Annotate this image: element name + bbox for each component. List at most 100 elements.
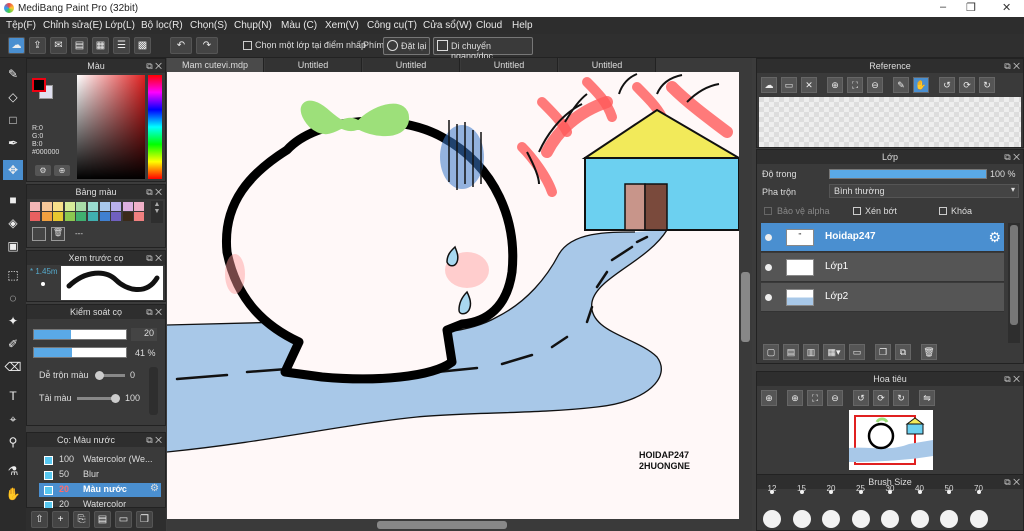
brush-copy-icon[interactable]: ⎘ <box>73 511 90 528</box>
palette-swatch[interactable] <box>111 212 122 221</box>
brush-tool-icon[interactable]: ✎ <box>3 64 23 84</box>
select-eraser-tool-icon[interactable]: ⌫ <box>3 357 23 377</box>
menu-cloud[interactable]: Cloud <box>476 20 502 31</box>
vertical-scrollbar[interactable] <box>739 72 752 519</box>
close-icon[interactable]: ⧉ ✕ <box>1004 59 1020 73</box>
grid-icon[interactable]: ▩ <box>134 37 151 54</box>
menu-select[interactable]: Chọn(S) <box>190 20 227 31</box>
palette-swatch[interactable] <box>41 202 52 211</box>
ref-hand-icon[interactable]: ✋ <box>913 77 929 93</box>
brush-add-icon[interactable]: ⇧ <box>31 511 48 528</box>
new-halftone-layer-icon[interactable]: ▤ <box>783 344 799 360</box>
brush-new-icon[interactable]: + <box>52 511 69 528</box>
brush-duplicate-icon[interactable]: ❐ <box>136 511 153 528</box>
menu-layer[interactable]: Lớp(L) <box>105 20 135 31</box>
layer-blend-select[interactable]: Bình thường ▾ <box>829 184 1019 198</box>
palette-menu[interactable]: --- <box>75 229 83 238</box>
layer-opacity-slider[interactable] <box>829 169 987 179</box>
gear-icon[interactable]: ⚙ <box>150 483 159 494</box>
palette-swatch[interactable] <box>122 202 133 211</box>
brush-control-scrollbar[interactable] <box>149 367 158 415</box>
menu-edit[interactable]: Chỉnh sửa(E) <box>43 20 103 31</box>
palette-swatch[interactable] <box>134 202 145 211</box>
document-icon[interactable]: ▦ <box>92 37 109 54</box>
palette-swatch[interactable] <box>41 212 52 221</box>
blend-slider[interactable] <box>95 371 125 380</box>
brush-size-slider[interactable] <box>33 329 127 340</box>
ref-rotate-right-icon[interactable]: ↻ <box>979 77 995 93</box>
hand-tool-icon[interactable]: ✋ <box>3 484 23 504</box>
text-tool-icon[interactable]: T <box>3 386 23 406</box>
rectangle-tool-icon[interactable]: □ <box>3 110 23 130</box>
palette-swatch[interactable] <box>111 202 122 211</box>
palette-swatch[interactable] <box>30 202 40 211</box>
close-icon[interactable]: ⧉ ✕ <box>1004 475 1020 489</box>
ref-close-icon[interactable]: ✕ <box>801 77 817 93</box>
visibility-icon[interactable] <box>765 234 772 241</box>
palette-swatch[interactable] <box>30 212 40 221</box>
brush-size-dot[interactable] <box>910 510 929 528</box>
nav-zoom-in2-icon[interactable]: ⊕ <box>787 390 803 406</box>
minimize-button[interactable]: – <box>940 1 946 13</box>
ref-zoom-out-icon[interactable]: ⊖ <box>867 77 883 93</box>
palette-swatch[interactable] <box>76 202 87 211</box>
gradient-tool-icon[interactable]: ▣ <box>3 236 23 256</box>
nav-fit-icon[interactable]: ⛶ <box>807 390 823 406</box>
palette-swatch[interactable] <box>99 202 110 211</box>
close-button[interactable]: ✕ <box>1002 1 1011 14</box>
close-icon[interactable]: ⧉ ✕ <box>146 305 162 319</box>
flip-button[interactable]: Di chuyển ngang/dọc <box>433 37 533 61</box>
brush-size-dot[interactable] <box>763 510 781 528</box>
menu-view[interactable]: Xem(V) <box>325 20 359 31</box>
move-tool-icon[interactable]: ✥ <box>3 160 23 180</box>
layer-list-scrollbar[interactable] <box>1008 223 1020 343</box>
magic-wand-tool-icon[interactable]: ✦ <box>3 311 23 331</box>
close-icon[interactable]: ⧉ ✕ <box>146 59 162 73</box>
brush-folder-icon[interactable]: ▭ <box>115 511 132 528</box>
paint-slider[interactable] <box>77 394 120 403</box>
new-palette-icon[interactable] <box>32 227 46 241</box>
brush-size-dot[interactable] <box>881 510 899 528</box>
visibility-icon[interactable] <box>765 294 772 301</box>
menu-help[interactable]: Help <box>512 20 533 31</box>
saturation-value-picker[interactable] <box>77 75 145 179</box>
add-layer-menu-icon[interactable]: ▦▾ <box>823 344 845 360</box>
brush-opacity-slider[interactable] <box>33 347 127 358</box>
duplicate-layer-icon[interactable]: ❐ <box>875 344 891 360</box>
hue-slider[interactable] <box>148 75 162 179</box>
palette-scrollbar[interactable]: ▲ ▼ <box>151 201 163 223</box>
menu-tools[interactable]: Công cụ(T) <box>367 20 417 31</box>
layer-row-hoidap247[interactable]: ▪▪ Hoidap247 ⚙ <box>761 223 1004 252</box>
palette-swatch[interactable] <box>76 212 87 221</box>
tab-untitled-3[interactable]: Untitled <box>461 58 558 72</box>
select-pen-tool-icon[interactable]: ✐ <box>3 334 23 354</box>
eyedropper-tool-icon[interactable]: ⚲ <box>3 432 23 452</box>
close-icon[interactable]: ⧉ ✕ <box>146 185 162 199</box>
list-icon[interactable]: ☰ <box>113 37 130 54</box>
share-icon[interactable]: ⇪ <box>29 37 46 54</box>
brush-size-dot[interactable] <box>851 510 870 528</box>
canvas-area[interactable]: HOIDAP247 2HUONGNE <box>167 72 752 519</box>
maximize-button[interactable]: ❐ <box>966 1 976 14</box>
palette-swatch[interactable] <box>64 212 75 221</box>
reset-button[interactable]: Đặt lại <box>383 37 430 55</box>
new-layer-icon[interactable]: ▢ <box>763 344 779 360</box>
nav-rotate-left-icon[interactable]: ↺ <box>853 390 869 406</box>
brush-size-dot[interactable] <box>822 510 840 528</box>
primary-color-swatch[interactable] <box>32 78 46 92</box>
ref-eyedropper-icon[interactable]: ✎ <box>893 77 909 93</box>
ref-rotate-left-icon[interactable]: ↺ <box>939 77 955 93</box>
lasso-tool-icon[interactable]: ◌ <box>3 288 23 308</box>
palette-swatch[interactable] <box>64 202 75 211</box>
palette-swatch[interactable] <box>53 212 64 221</box>
menu-snap[interactable]: Chụp(N) <box>234 20 272 31</box>
ref-rotate-reset-icon[interactable]: ⟳ <box>959 77 975 93</box>
pen-tool-icon[interactable]: ✒ <box>3 133 23 153</box>
menu-filter[interactable]: Bộ lọc(R) <box>141 20 183 31</box>
nav-zoom-in-icon[interactable]: ⊕ <box>761 390 777 406</box>
close-icon[interactable]: ⧉ ✕ <box>1004 372 1020 386</box>
new-layer-folder-icon[interactable]: ▥ <box>803 344 819 360</box>
layer-row-lop1[interactable]: Lớp1 <box>761 253 1004 282</box>
folder-icon[interactable]: ▭ <box>849 344 865 360</box>
brush-size-dot[interactable] <box>792 510 811 528</box>
